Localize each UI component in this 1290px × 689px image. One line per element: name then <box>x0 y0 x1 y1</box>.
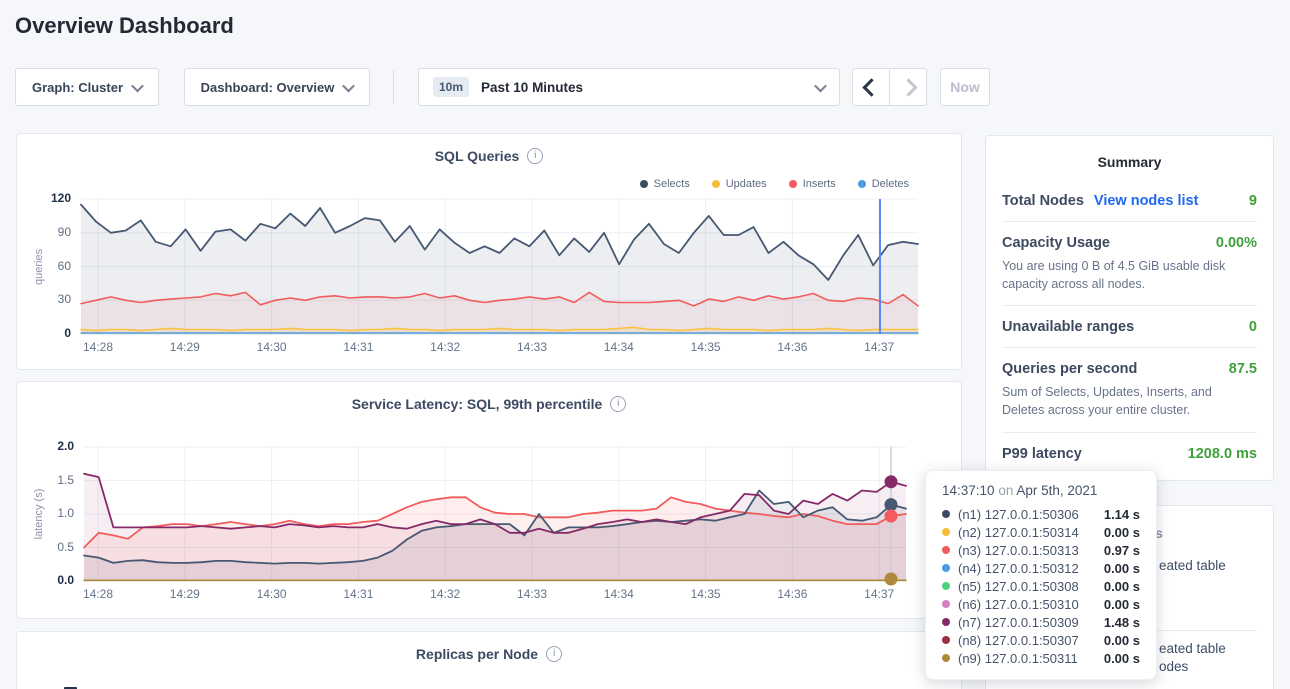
tooltip-node-label: (n5) 127.0.0.1:50308 <box>958 579 1079 594</box>
tooltip-node-label: (n2) 127.0.0.1:50314 <box>958 525 1079 540</box>
tooltip-node-value: 1.48 s <box>1104 615 1140 630</box>
info-icon[interactable]: i <box>546 646 562 662</box>
time-prev-button[interactable] <box>852 68 890 106</box>
tooltip-row: (n1) 127.0.0.1:50306 1.14 s <box>942 505 1140 523</box>
chevron-down-icon <box>814 79 827 92</box>
time-range-badge: 10m <box>433 77 469 97</box>
sql-queries-panel: SQL Queries i SelectsUpdatesInsertsDelet… <box>16 133 962 370</box>
tooltip-timestamp: 14:37:10 on Apr 5th, 2021 <box>942 483 1140 498</box>
now-button-label: Now <box>941 79 989 95</box>
tooltip-row: (n5) 127.0.0.1:50308 0.00 s <box>942 577 1140 595</box>
tooltip-node-value: 0.00 s <box>1104 525 1140 540</box>
summary-row-description: You are using 0 B of 4.5 GiB usable disk… <box>1002 257 1257 293</box>
tooltip-node-value: 1.14 s <box>1104 507 1140 522</box>
summary-row: Unavailable ranges 0 <box>1002 305 1257 347</box>
graph-dropdown-label: Graph: Cluster <box>32 80 123 95</box>
node-color-dot-icon <box>942 582 950 590</box>
time-range-select[interactable]: 10m Past 10 Minutes <box>418 68 840 106</box>
summary-row-label: P99 latency <box>1002 446 1082 462</box>
tooltip-node-label: (n6) 127.0.0.1:50310 <box>958 597 1079 612</box>
summary-row-label: Total Nodes <box>1002 193 1084 209</box>
now-button[interactable]: Now <box>940 68 990 106</box>
tooltip-node-value: 0.00 s <box>1104 561 1140 576</box>
service-latency-panel: Service Latency: SQL, 99th percentile i … <box>16 381 962 619</box>
summary-row-value: 87.5 <box>1229 361 1257 377</box>
summary-row: P99 latency 1208.0 ms <box>1002 432 1257 474</box>
tooltip-row: (n7) 127.0.0.1:50309 1.48 s <box>942 613 1140 631</box>
summary-row-value: 1208.0 ms <box>1188 446 1257 462</box>
dashboard-dropdown-label: Dashboard: Overview <box>201 80 335 95</box>
summary-row: Queries per second 87.5 Sum of Selects, Up… <box>1002 347 1257 431</box>
summary-row-head: Total Nodes View nodes list 9 <box>1002 193 1257 209</box>
time-range-label: Past 10 Minutes <box>481 80 583 95</box>
tooltip-node-value: 0.00 s <box>1104 597 1140 612</box>
event-item[interactable]: eated table <box>1159 558 1226 573</box>
tooltip-node-label: (n7) 127.0.0.1:50309 <box>958 615 1079 630</box>
tooltip-node-value: 0.97 s <box>1104 543 1140 558</box>
summary-row-value: 0.00% <box>1216 235 1257 251</box>
tooltip-row: (n3) 127.0.0.1:50313 0.97 s <box>942 541 1140 559</box>
node-color-dot-icon <box>942 636 950 644</box>
summary-row-label: Unavailable ranges <box>1002 319 1134 335</box>
tooltip-row: (n9) 127.0.0.1:50311 0.00 s <box>942 649 1140 667</box>
summary-row-head: Queries per second 87.5 <box>1002 361 1257 377</box>
tooltip-node-label: (n9) 127.0.0.1:50311 <box>958 651 1078 666</box>
summary-row-label: Queries per second <box>1002 361 1137 377</box>
chevron-right-icon <box>899 78 917 96</box>
node-color-dot-icon <box>942 600 950 608</box>
summary-row-head: Capacity Usage 0.00% <box>1002 235 1257 251</box>
page-title: Overview Dashboard <box>15 13 234 39</box>
tooltip-row: (n8) 127.0.0.1:50307 0.00 s <box>942 631 1140 649</box>
node-color-dot-icon <box>942 528 950 536</box>
summary-row: Total Nodes View nodes list 9 <box>1002 180 1257 221</box>
summary-title: Summary <box>1002 154 1257 170</box>
event-item[interactable]: eated table <box>1159 641 1226 656</box>
node-color-dot-icon <box>942 618 950 626</box>
tooltip-row: (n2) 127.0.0.1:50314 0.00 s <box>942 523 1140 541</box>
tooltip-node-value: 0.00 s <box>1104 651 1140 666</box>
node-color-dot-icon <box>942 546 950 554</box>
summary-row-head: P99 latency 1208.0 ms <box>1002 446 1257 462</box>
view-nodes-list-link[interactable]: View nodes list <box>1094 193 1199 209</box>
chevron-down-icon <box>342 79 355 92</box>
chevron-down-icon <box>131 79 144 92</box>
replicas-per-node-panel: Replicas per Node i <box>16 631 962 689</box>
tooltip-node-label: (n4) 127.0.0.1:50312 <box>958 561 1079 576</box>
summary-row-description: Sum of Selects, Updates, Inserts, and De… <box>1002 383 1257 419</box>
dashboard-dropdown[interactable]: Dashboard: Overview <box>184 68 370 106</box>
summary-row: Capacity Usage 0.00% You are using 0 B of … <box>1002 221 1257 305</box>
summary-row-head: Unavailable ranges 0 <box>1002 319 1257 335</box>
toolbar-divider <box>393 70 394 104</box>
graph-dropdown[interactable]: Graph: Cluster <box>15 68 159 106</box>
service-latency-chart[interactable] <box>17 382 962 619</box>
summary-panel: Summary Total Nodes View nodes list 9 Capac… <box>985 135 1274 481</box>
summary-row-value: 0 <box>1249 319 1257 335</box>
sql-queries-chart[interactable] <box>17 134 962 370</box>
tooltip-node-label: (n8) 127.0.0.1:50307 <box>958 633 1079 648</box>
tooltip-row: (n6) 127.0.0.1:50310 0.00 s <box>942 595 1140 613</box>
event-item[interactable]: odes <box>1159 659 1188 674</box>
overview-dashboard-page: Overview Dashboard Graph: Cluster Dashbo… <box>0 0 1290 689</box>
chart-hover-tooltip: 14:37:10 on Apr 5th, 2021 (n1) 127.0.0.1… <box>925 470 1157 680</box>
tooltip-node-label: (n1) 127.0.0.1:50306 <box>958 507 1079 522</box>
time-next-button[interactable] <box>889 68 927 106</box>
tooltip-row: (n4) 127.0.0.1:50312 0.00 s <box>942 559 1140 577</box>
tooltip-node-value: 0.00 s <box>1104 579 1140 594</box>
tooltip-node-label: (n3) 127.0.0.1:50313 <box>958 543 1079 558</box>
tooltip-node-value: 0.00 s <box>1104 633 1140 648</box>
chevron-left-icon <box>862 78 880 96</box>
summary-row-label: Capacity Usage <box>1002 235 1110 251</box>
replicas-title: Replicas per Node <box>416 646 538 662</box>
node-color-dot-icon <box>942 564 950 572</box>
summary-rows: Total Nodes View nodes list 9 Capacity Usag… <box>1002 180 1257 474</box>
node-color-dot-icon <box>942 654 950 662</box>
tooltip-rows: (n1) 127.0.0.1:503061.14 s(n2) 127.0.0.1… <box>942 505 1140 667</box>
node-color-dot-icon <box>942 510 950 518</box>
summary-row-value: 9 <box>1249 193 1257 209</box>
